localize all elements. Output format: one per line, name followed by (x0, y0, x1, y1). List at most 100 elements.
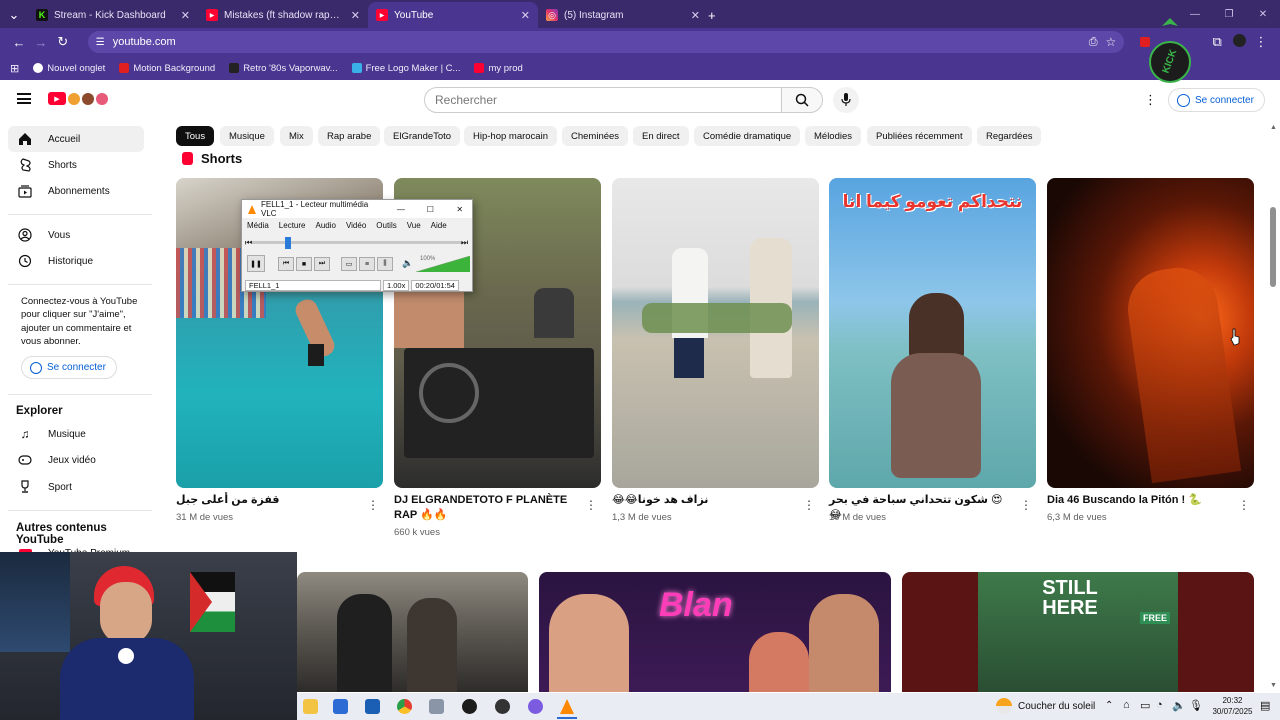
tray-app-icon[interactable]: ⌂ (1123, 699, 1130, 711)
new-tab-icon[interactable]: + (708, 2, 730, 28)
puzzle-icon[interactable]: ⧉ (1206, 34, 1228, 50)
sidebar-item-shorts[interactable]: Shorts (8, 152, 144, 178)
hamburger-menu-icon[interactable] (17, 93, 31, 104)
close-icon[interactable]: ✕ (521, 9, 530, 22)
sidebar-item-gaming[interactable]: Jeux vidéo (8, 447, 144, 473)
short-title[interactable]: 😂😂نزاف هد خونا (612, 493, 792, 508)
sidebar-item-you[interactable]: Vous (8, 222, 144, 248)
profile-avatar[interactable] (1228, 34, 1250, 50)
weather-icon[interactable] (996, 698, 1012, 714)
fullscreen-button[interactable]: ▭ (341, 257, 357, 271)
short-title[interactable]: قفزة من أعلى جبل (176, 493, 356, 508)
vlc-window[interactable]: FELL1_1 - Lecteur multimédia VLC — ☐ ✕ M… (241, 199, 473, 292)
sidebar-signin-button[interactable]: Se connecter (21, 356, 117, 379)
vlc-menu-item[interactable]: Outils (376, 221, 396, 230)
messenger-icon[interactable] (528, 699, 543, 714)
vlc-title-bar[interactable]: FELL1_1 - Lecteur multimédia VLC — ☐ ✕ (242, 200, 472, 218)
url-field[interactable]: ☰ youtube.com ⎙ ☆ (87, 31, 1125, 53)
chip-elgrandetoto[interactable]: ElGrandeToto (384, 126, 461, 146)
video-thumbnail[interactable] (297, 572, 528, 692)
more-options-icon[interactable]: ⋮ (803, 498, 815, 512)
chip-mix[interactable]: Mix (280, 126, 313, 146)
close-icon[interactable]: ✕ (351, 9, 360, 22)
sidebar-item-home[interactable]: Accueil (8, 126, 144, 152)
tab-kick[interactable]: K Stream - Kick Dashboard ✕ (28, 2, 198, 28)
chip-publi-es-r-cemment[interactable]: Publiées récemment (867, 126, 972, 146)
chip-rap-arabe[interactable]: Rap arabe (318, 126, 381, 146)
bookmark-item[interactable]: Retro '80s Vaporwav... (229, 63, 338, 74)
page-scrollbar[interactable] (1270, 207, 1276, 287)
chip-musique[interactable]: Musique (220, 126, 274, 146)
vlc-menu-item[interactable]: Média (247, 221, 269, 230)
playlist-button[interactable]: ⫼ (377, 257, 393, 271)
store-icon[interactable] (333, 699, 348, 714)
vlc-seek-bar[interactable] (251, 241, 463, 244)
browser-menu-icon[interactable]: ⋮ (1250, 34, 1272, 50)
install-icon[interactable]: ⎙ (1089, 36, 1098, 49)
close-window-icon[interactable]: ✕ (1246, 2, 1280, 28)
vlc-taskbar-icon[interactable] (560, 699, 574, 714)
vlc-menu-item[interactable]: Vidéo (346, 221, 366, 230)
short-thumbnail[interactable] (1047, 178, 1254, 488)
vlc-seek-handle[interactable] (285, 237, 292, 249)
chevron-up-icon[interactable]: ⌃ (1105, 700, 1113, 711)
bookmark-item[interactable]: Free Logo Maker | C... (351, 63, 460, 74)
maximize-icon[interactable]: ❐ (1212, 2, 1246, 28)
weather-text[interactable]: Coucher du soleil (1018, 701, 1095, 712)
clock-date[interactable]: 30/07/2025 (1210, 707, 1255, 716)
tab-mistakes[interactable]: ▶ Mistakes (ft shadow rapper & ... ✕ (198, 2, 368, 28)
pause-button[interactable]: ❚❚ (247, 255, 265, 272)
tab-search-icon[interactable]: ⌄ (0, 2, 28, 28)
bookmark-item[interactable]: my prod (474, 63, 523, 74)
sidebar-item-sport[interactable]: Sport (8, 474, 144, 500)
forward-icon[interactable]: → (30, 35, 52, 50)
network-icon[interactable]: ◔ (1156, 699, 1163, 711)
stop-button[interactable]: ■ (296, 257, 312, 271)
search-input[interactable]: Rechercher (424, 87, 782, 113)
bookmark-item[interactable]: Motion Background (119, 63, 215, 74)
voice-search-button[interactable] (833, 87, 859, 113)
vlc-time[interactable]: 00:20/01:54 (411, 280, 459, 291)
microphone-tray-icon[interactable]: 🎙 (1189, 699, 1203, 712)
previous-button[interactable]: ⏮ (278, 257, 294, 271)
tab-instagram[interactable]: ◎ (5) Instagram ✕ (538, 2, 708, 28)
next-button[interactable]: ⏭ (314, 257, 330, 271)
back-icon[interactable]: ← (8, 35, 30, 50)
video-thumbnail[interactable]: STILL HERE FREE (902, 572, 1254, 692)
short-title[interactable]: DJ ELGRANDETOTO F PLANÈTE RAP 🔥🔥 (394, 493, 574, 523)
close-icon[interactable]: ✕ (691, 9, 700, 22)
obs-icon[interactable] (495, 699, 510, 714)
settings-gear-icon[interactable] (462, 699, 477, 714)
vlc-menu-item[interactable]: Vue (407, 221, 421, 230)
chrome-icon[interactable] (397, 699, 412, 714)
clock-time[interactable]: 20:32 (1210, 696, 1255, 705)
site-info-icon[interactable]: ☰ (96, 37, 105, 48)
chip-hip-hop-marocain[interactable]: Hip-hop marocain (464, 126, 557, 146)
scroll-up-icon[interactable]: ▲ (1270, 124, 1277, 131)
chip-tous[interactable]: Tous (176, 126, 215, 146)
file-explorer-icon[interactable] (303, 699, 318, 714)
volume-icon[interactable]: 🔈 (402, 258, 413, 269)
tab-youtube[interactable]: ▶ YouTube ✕ (368, 2, 538, 28)
fast-forward-icon[interactable]: ⏭ (461, 238, 468, 248)
chip-chemin-es[interactable]: Cheminées (562, 126, 629, 146)
vlc-speed[interactable]: 1.00x (383, 280, 410, 291)
app-icon[interactable] (429, 699, 444, 714)
more-options-icon[interactable]: ⋮ (367, 498, 379, 512)
short-thumbnail[interactable]: نتحداكم تعومو كيما انا (829, 178, 1036, 488)
bookmark-star-icon[interactable]: ☆ (1106, 35, 1117, 49)
scroll-down-icon[interactable]: ▼ (1270, 682, 1277, 689)
sidebar-item-history[interactable]: Historique (8, 248, 144, 274)
search-button[interactable] (781, 87, 823, 113)
apps-grid-icon[interactable]: ⊞ (10, 62, 19, 75)
vlc-menu-item[interactable]: Aide (431, 221, 447, 230)
vlc-menu-item[interactable]: Lecture (279, 221, 306, 230)
extended-settings-button[interactable]: ≡ (359, 257, 375, 271)
rewind-icon[interactable]: ⏮ (245, 238, 252, 248)
close-icon[interactable]: ✕ (181, 9, 190, 22)
vlc-menu-item[interactable]: Audio (315, 221, 335, 230)
sidebar-item-subscriptions[interactable]: Abonnements (8, 178, 144, 204)
chip-m-lodies[interactable]: Mélodies (805, 126, 862, 146)
sidebar-item-music[interactable]: ♫ Musique (8, 421, 144, 447)
notifications-icon[interactable]: ▤ (1260, 699, 1270, 712)
